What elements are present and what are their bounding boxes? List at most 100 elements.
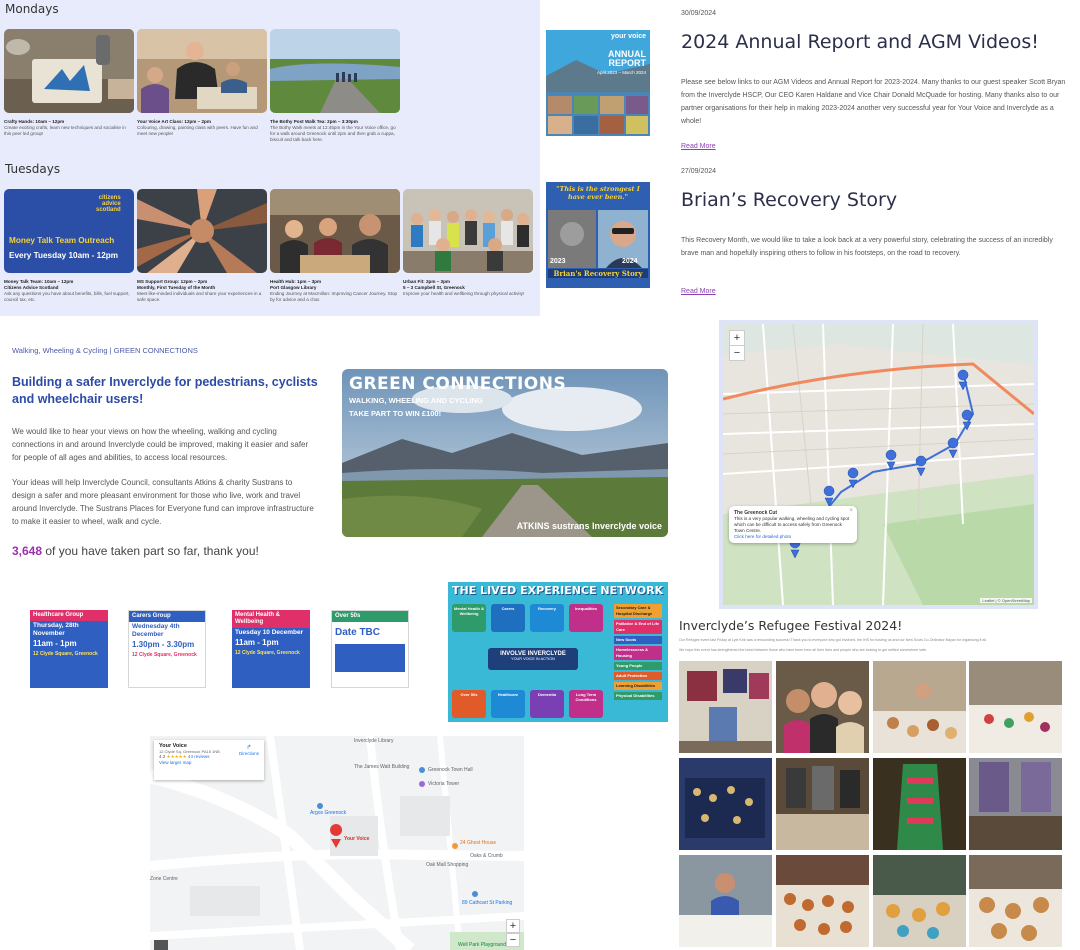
day-title-tuesday: Tuesdays [5, 162, 61, 176]
poster-date: Date TBC [335, 627, 381, 638]
network-box: Healthcare [491, 690, 525, 718]
poster-over-50s[interactable]: Over 50s Date TBC [331, 610, 409, 688]
reviews-link[interactable]: 44 reviews [188, 754, 210, 759]
day-title-monday: Mondays [5, 2, 59, 16]
route-map[interactable]: + − The Greenock Cut This is a very popu… [719, 320, 1038, 609]
map-label: Inverclyde Library [354, 738, 394, 744]
activity-desc: The Bothy Walk meets at 12:45pm in the Y… [270, 125, 396, 142]
gallery-photo[interactable] [776, 758, 869, 850]
activity-card[interactable]: MS Support Group: 12pm – 2pm Monthly, Fi… [137, 189, 267, 303]
news-thumbnail-annual-report[interactable]: your voice ANNUAL REPORT April 2023 – Ma… [546, 30, 650, 136]
zoom-out-button[interactable]: − [506, 933, 520, 947]
map-canvas[interactable]: + − The Greenock Cut This is a very popu… [723, 324, 1034, 605]
news-date: 30/09/2024 [681, 10, 717, 17]
gallery-photo[interactable] [776, 661, 869, 753]
activity-photo [137, 29, 267, 113]
place-card: Your Voice 12 Clyde Sq, Greenock PA15 1N… [154, 740, 264, 780]
news-thumb-brand: your voice [610, 33, 646, 40]
zoom-out-button[interactable]: − [729, 345, 745, 361]
popup-body: This is a very popular walking, wheeling… [734, 516, 850, 533]
gallery-photo[interactable] [969, 661, 1062, 753]
directions-button[interactable]: ↱ Directions [239, 744, 259, 756]
gallery-photo[interactable] [679, 855, 772, 947]
activity-photo [270, 29, 400, 113]
network-side-item: Palliative & End of Life Care [614, 620, 662, 634]
gallery-photo[interactable] [873, 855, 966, 947]
popup-link[interactable]: Click here for detailed photo [734, 534, 852, 539]
activity-card[interactable]: Health Hub: 1pm – 3pm Port Glasgow Libra… [270, 189, 400, 303]
poster-place: 12 Clyde Square, Greenock [235, 650, 300, 656]
read-more-link[interactable]: Read More [681, 143, 716, 150]
gallery-photo[interactable] [679, 758, 772, 850]
news-thumb-line: REPORT [608, 58, 646, 68]
gallery-photo[interactable] [679, 661, 772, 753]
gallery-photo[interactable] [969, 758, 1062, 850]
map-label: Well Park Playground [458, 942, 506, 948]
network-box: Long Term Conditions [569, 690, 603, 718]
news-title[interactable]: 2024 Annual Report and AGM Videos! [681, 31, 1039, 53]
poster-heading: Over 50s [332, 611, 408, 622]
gallery-photo[interactable] [873, 758, 966, 850]
network-box: Over 50s [452, 690, 486, 718]
map-label: Your Voice [344, 836, 370, 842]
map-label: The James Watt Building [354, 764, 410, 770]
activity-card[interactable]: citizens advice scotland Money Talk Team… [4, 189, 134, 303]
map-type-toggle[interactable] [154, 940, 168, 950]
poster-heading: Healthcare Group [30, 610, 108, 621]
banner-logos: ATKINS sustrans Inverclyde voice [516, 521, 662, 531]
map-label: 24 Ghost House [460, 840, 497, 846]
gallery-photo[interactable] [873, 661, 966, 753]
directions-icon: ↱ [246, 745, 252, 751]
poster-date: Wednesday 4th December [132, 623, 180, 638]
gallery-photo[interactable] [969, 855, 1062, 947]
banner-subtitle: WALKING, WHEELING AND CYCLING [349, 396, 483, 405]
activity-card[interactable]: Crafty Hands: 10am – 12pm Create excitin… [4, 29, 134, 137]
news-thumbnail-recovery-story[interactable]: "This is the strongest I have ever been.… [546, 182, 650, 288]
activity-card[interactable]: Urban Fit: 2pm – 3pm 5 – 3 Campbell St, … [403, 189, 533, 297]
photo-gallery [679, 661, 1063, 950]
activity-card[interactable]: The Bothy Post Walk Tea: 2pm – 3:30pm Th… [270, 29, 400, 143]
rating-stars: ★★★★★ [166, 754, 187, 759]
zoom-in-button[interactable]: + [729, 330, 745, 346]
read-more-link[interactable]: Read More [681, 288, 716, 295]
activity-card[interactable]: Your Voice Art Class: 12pm – 2pm Colouri… [137, 29, 267, 137]
close-icon[interactable]: × [849, 508, 853, 514]
activity-desc: Ending Journey at Macmillan: Improving C… [270, 291, 398, 302]
location-map[interactable]: Your Voice 12 Clyde Sq, Greenock PA15 1N… [150, 736, 524, 950]
activity-photo: citizens advice scotland Money Talk Team… [4, 189, 134, 273]
poster-carers-group[interactable]: Carers Group Wednesday 4th December 1.30… [128, 610, 206, 688]
map-popup: The Greenock Cut This is a very popular … [729, 506, 857, 543]
news-body: Please see below links to our AGM Videos… [681, 79, 1066, 125]
participation-count: 3,648 of you have taken part so far, tha… [12, 544, 259, 558]
poster-mental-health[interactable]: Mental Health & Wellbeing Tuesday 10 Dec… [232, 610, 310, 688]
cas-banner-title: Money Talk Team Outreach [9, 236, 115, 245]
poster-healthcare-group[interactable]: Healthcare Group Thursday, 28th November… [30, 610, 108, 688]
news-title[interactable]: Brian’s Recovery Story [681, 189, 897, 211]
network-box: Inequalities [569, 604, 603, 632]
green-connections-banner[interactable]: GREEN CONNECTIONS WALKING, WHEELING AND … [342, 369, 668, 537]
banner-title: GREEN CONNECTIONS [349, 374, 567, 394]
zoom-in-button[interactable]: + [506, 919, 520, 933]
poster-footer [335, 644, 405, 672]
activity-photo [137, 189, 267, 273]
paragraph: Your ideas will help Inverclyde Council,… [12, 478, 314, 526]
map-label: 89 Cathcart St Parking [462, 900, 513, 906]
larger-map-link[interactable]: View larger map [159, 760, 259, 765]
activity-desc: Improve your health and wellbeing throug… [403, 291, 525, 296]
banner-prize: TAKE PART TO WIN £100! [349, 409, 442, 418]
news-thumb-line: April 2023 – March 2024 [596, 70, 646, 75]
network-side-item: Secondary Care & Hospital Discharge [614, 604, 662, 618]
map-attribution[interactable]: Leaflet | © OpenStreetMap [980, 598, 1032, 603]
lived-experience-network[interactable]: THE LIVED EXPERIENCE NETWORK Mental Heal… [448, 582, 668, 722]
network-box: Recovery [530, 604, 564, 632]
gallery-photo[interactable] [776, 855, 869, 947]
cas-logo-line: scotland [96, 207, 121, 213]
network-box: Mental Health & Wellbeing [452, 604, 486, 632]
network-side-item: Homelessness & Housing [614, 646, 662, 660]
poster-place: 12 Clyde Square, Greenock [132, 652, 197, 658]
paragraph: We would like to hear your views on how … [12, 427, 309, 462]
news-body: This Recovery Month, we would like to ta… [681, 237, 1053, 257]
map-label: Oaks & Crumb [470, 853, 503, 859]
map-label: Greenock Town Hall [428, 767, 473, 773]
poster-heading: Carers Group [129, 611, 205, 622]
